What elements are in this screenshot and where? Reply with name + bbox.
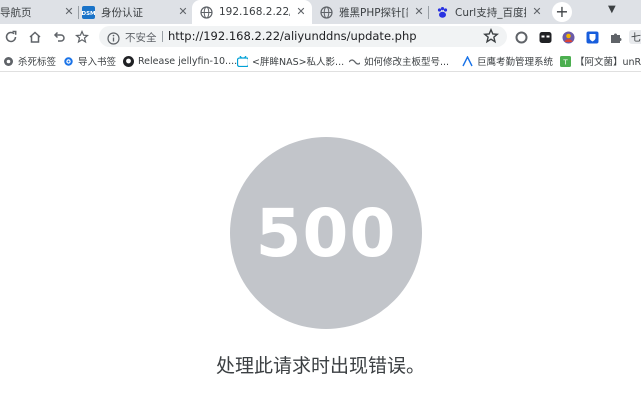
tab-baidu[interactable]: Curl支持_百度搜 ✕ xyxy=(432,0,544,24)
bookmark-label: 【阿文菌】unRA xyxy=(575,57,641,68)
settings-icon xyxy=(3,56,14,67)
bookmark-label: 巨鹰考勤管理系统 xyxy=(477,57,554,68)
close-icon[interactable]: ✕ xyxy=(294,5,308,19)
bookmark-unraid[interactable]: T 【阿文菌】unRA xyxy=(560,53,641,69)
tab-auth[interactable]: DSM 身份认证 ✕ xyxy=(80,0,190,24)
tab-strip: 导航页 ✕ DSM 身份认证 ✕ 192.168.2.22/aliy ✕ 雅黑P… xyxy=(0,0,641,24)
bookmark-label: 如何修改主板型号... xyxy=(364,57,450,68)
home-icon xyxy=(29,31,41,43)
star-icon xyxy=(75,30,89,44)
home-button[interactable] xyxy=(26,28,44,46)
bookmark-label: Release jellyfin-10.... xyxy=(138,55,238,67)
tab-label: 导航页 xyxy=(0,6,32,19)
extension-mask-icon[interactable] xyxy=(538,30,552,44)
tab-php-probe[interactable]: 雅黑PHP探针[简 ✕ xyxy=(316,0,426,24)
undo-button[interactable] xyxy=(50,28,68,46)
triangle-icon xyxy=(462,55,473,67)
bookmark-star-button[interactable] xyxy=(73,28,91,46)
bookmark-attendance[interactable]: 巨鹰考勤管理系统 xyxy=(462,53,553,69)
bookmark-label: 导入书签 xyxy=(78,57,117,68)
tab-divider xyxy=(78,6,79,19)
divider xyxy=(162,31,163,42)
profile-avatar-icon[interactable]: 七 xyxy=(629,30,641,44)
close-icon[interactable]: ✕ xyxy=(176,5,190,19)
close-icon[interactable]: ✕ xyxy=(62,5,76,19)
reload-icon xyxy=(5,30,17,43)
bilibili-icon xyxy=(237,55,248,67)
baidu-paw-icon xyxy=(436,6,449,19)
green-square-icon: T xyxy=(560,55,571,67)
address-bar[interactable]: 不安全 http://192.168.2.22/aliyunddns/updat… xyxy=(99,26,507,47)
bookmarks-bar: 杀死标签 导入书签 Release jellyfin-10.... <胖眸NAS… xyxy=(0,50,641,72)
bookmark-label: 杀死标签 xyxy=(18,57,57,68)
bitwarden-shield-icon[interactable] xyxy=(585,30,599,44)
error-code: 500 xyxy=(255,194,397,272)
tab-label: 雅黑PHP探针[简 xyxy=(339,6,408,19)
tab-update-php[interactable]: 192.168.2.22/aliy ✕ xyxy=(192,0,312,24)
puzzle-icon[interactable] xyxy=(608,30,622,44)
undo-icon xyxy=(53,31,65,42)
tab-label: 身份认证 xyxy=(101,6,143,19)
chevron-down-icon[interactable]: ▼ xyxy=(608,4,616,15)
tab-divider xyxy=(428,6,429,19)
bookmark-nas[interactable]: <胖眸NAS>私人影... xyxy=(237,53,344,69)
svg-text:DSM: DSM xyxy=(82,11,95,17)
tab-label: Curl支持_百度搜 xyxy=(455,6,526,19)
security-label[interactable]: 不安全 xyxy=(125,30,157,45)
info-icon[interactable] xyxy=(107,30,120,49)
bookmark-label: <胖眸NAS>私人影... xyxy=(252,57,345,68)
github-icon xyxy=(123,55,134,67)
svg-text:T: T xyxy=(562,58,568,66)
extension-avatar-icon[interactable] xyxy=(561,30,575,44)
bookmark-import[interactable]: 导入书签 xyxy=(63,53,116,69)
globe-icon xyxy=(320,5,333,19)
globe-icon xyxy=(200,5,213,19)
error-message: 处理此请求时出现错误。 xyxy=(215,355,425,377)
bookmark-motherboard[interactable]: 如何修改主板型号... xyxy=(349,53,449,69)
svg-text:七: 七 xyxy=(631,32,641,44)
star-icon[interactable] xyxy=(482,27,500,48)
bookmark-kill-tabs[interactable]: 杀死标签 xyxy=(3,53,56,69)
gear-icon xyxy=(63,56,74,67)
tab-label: 192.168.2.22/aliy xyxy=(219,6,290,18)
extension-circle-icon[interactable] xyxy=(514,30,528,44)
error-circle: 500 xyxy=(230,137,422,329)
reload-button[interactable] xyxy=(2,28,20,46)
url-text[interactable]: http://192.168.2.22/aliyunddns/update.ph… xyxy=(168,29,417,43)
wave-icon xyxy=(349,56,360,67)
close-icon[interactable]: ✕ xyxy=(530,5,544,19)
tab-home[interactable]: 导航页 ✕ xyxy=(0,0,76,24)
page-content: 500 处理此请求时出现错误。 xyxy=(0,72,641,400)
new-tab-button[interactable]: + xyxy=(552,2,572,22)
dsm-icon: DSM xyxy=(82,5,95,19)
bookmark-jellyfin[interactable]: Release jellyfin-10.... xyxy=(123,53,237,69)
close-icon[interactable]: ✕ xyxy=(412,5,426,19)
